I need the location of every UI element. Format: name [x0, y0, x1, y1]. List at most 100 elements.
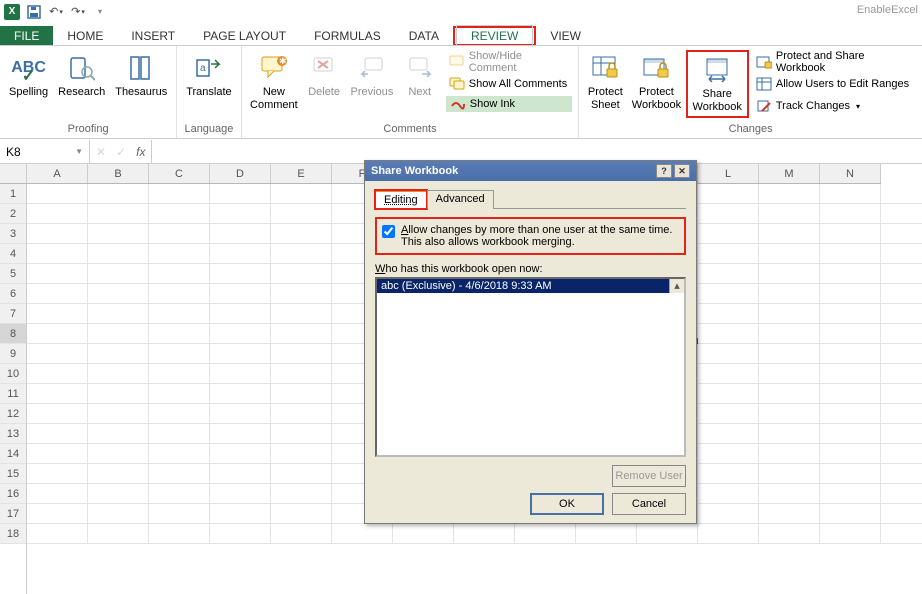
track-changes-button[interactable]: Track Changes ▾: [753, 96, 916, 116]
cancel-formula-icon: ✕: [96, 145, 106, 159]
save-icon[interactable]: [26, 4, 42, 20]
row-header[interactable]: 14: [0, 444, 26, 464]
column-header[interactable]: D: [210, 164, 271, 183]
tab-page-layout[interactable]: PAGE LAYOUT: [189, 26, 300, 46]
row-header[interactable]: 6: [0, 284, 26, 304]
protect-and-share-label: Protect and Share Workbook: [776, 50, 913, 74]
protect-sheet-label: Protect Sheet: [588, 86, 623, 112]
name-box-value: K8: [6, 145, 21, 159]
tab-insert[interactable]: INSERT: [117, 26, 189, 46]
group-proofing: ABC✓ Spelling Research Thesaurus Proofin…: [0, 46, 177, 138]
users-listbox[interactable]: abc (Exclusive) - 4/6/2018 9:33 AM ▴: [375, 277, 686, 457]
tab-home[interactable]: HOME: [53, 26, 117, 46]
fx-icon[interactable]: fx: [136, 145, 145, 159]
redo-icon[interactable]: ↷▾: [70, 4, 86, 20]
protect-workbook-button[interactable]: Protect Workbook: [627, 50, 685, 114]
undo-icon[interactable]: ↶▾: [48, 4, 64, 20]
spelling-label: Spelling: [9, 86, 48, 99]
comment-icon: [449, 54, 465, 70]
allow-changes-section: Allow changes by more than one user at t…: [375, 217, 686, 255]
row-header[interactable]: 7: [0, 304, 26, 324]
protect-and-share-button[interactable]: Protect and Share Workbook: [753, 52, 916, 72]
dialog-tab-editing[interactable]: Editing: [375, 190, 427, 209]
allow-changes-text: Allow changes by more than one user at t…: [401, 224, 672, 248]
who-has-open-label: Who has this workbook open now:: [375, 263, 686, 275]
column-header[interactable]: L: [698, 164, 759, 183]
protect-share-icon: [756, 54, 772, 70]
column-header[interactable]: A: [27, 164, 88, 183]
group-language-label: Language: [181, 121, 236, 138]
group-comments: ✱ New Comment Delete Previous Next Show/…: [242, 46, 580, 138]
column-header[interactable]: B: [88, 164, 149, 183]
row-header[interactable]: 8: [0, 324, 26, 344]
row-header[interactable]: 4: [0, 244, 26, 264]
row-header[interactable]: 13: [0, 424, 26, 444]
protect-workbook-label: Protect Workbook: [632, 86, 681, 112]
row-header[interactable]: 18: [0, 524, 26, 544]
dialog-title: Share Workbook: [371, 165, 458, 177]
row-header[interactable]: 16: [0, 484, 26, 504]
ribbon: ABC✓ Spelling Research Thesaurus Proofin…: [0, 45, 922, 139]
row-header[interactable]: 5: [0, 264, 26, 284]
track-changes-label: Track Changes: [776, 100, 850, 112]
share-workbook-button[interactable]: Share Workbook: [688, 52, 747, 116]
thesaurus-button[interactable]: Thesaurus: [110, 50, 172, 101]
translate-label: Translate: [186, 86, 231, 99]
qat-customize-icon[interactable]: ▾: [92, 4, 108, 20]
row-header[interactable]: 2: [0, 204, 26, 224]
column-header[interactable]: C: [149, 164, 210, 183]
research-button[interactable]: Research: [53, 50, 110, 101]
tab-data[interactable]: DATA: [395, 26, 453, 46]
column-header[interactable]: E: [271, 164, 332, 183]
delete-comment-label: Delete: [308, 86, 340, 99]
row-header[interactable]: 15: [0, 464, 26, 484]
enter-formula-icon: ✓: [116, 145, 126, 159]
row-header[interactable]: 10: [0, 364, 26, 384]
row-header[interactable]: 1: [0, 184, 26, 204]
row-header[interactable]: 17: [0, 504, 26, 524]
allow-changes-line1: Allow changes by more than one user at t…: [401, 224, 672, 236]
spelling-button[interactable]: ABC✓ Spelling: [4, 50, 53, 101]
new-comment-icon: ✱: [258, 52, 290, 84]
row-header[interactable]: 9: [0, 344, 26, 364]
row-header[interactable]: 11: [0, 384, 26, 404]
ok-button[interactable]: OK: [530, 493, 604, 515]
name-box[interactable]: K8 ▼: [0, 140, 90, 163]
comments-icon: [449, 76, 465, 92]
user-entry-text: abc (Exclusive) - 4/6/2018 9:33 AM: [381, 280, 552, 292]
tab-view[interactable]: VIEW: [536, 26, 595, 46]
chevron-down-icon[interactable]: ▼: [75, 147, 83, 156]
protect-sheet-button[interactable]: Protect Sheet: [583, 50, 627, 114]
dialog-help-button[interactable]: ?: [656, 164, 672, 178]
allow-users-label: Allow Users to Edit Ranges: [776, 78, 909, 90]
new-comment-button[interactable]: ✱ New Comment: [246, 50, 302, 114]
translate-button[interactable]: a Translate: [181, 50, 236, 101]
tab-review[interactable]: REVIEW: [456, 25, 533, 47]
show-ink-button[interactable]: Show Ink: [446, 96, 573, 112]
new-comment-label: New Comment: [250, 86, 298, 112]
translate-icon: a: [193, 52, 225, 84]
tab-formulas[interactable]: FORMULAS: [300, 26, 395, 46]
thesaurus-label: Thesaurus: [115, 86, 167, 99]
show-all-comments-button[interactable]: Show All Comments: [446, 74, 573, 94]
ribbon-tabs: FILE HOME INSERT PAGE LAYOUT FORMULAS DA…: [0, 23, 922, 46]
column-header[interactable]: N: [820, 164, 881, 183]
ink-icon: [450, 98, 466, 110]
row-headers: 123456789101112131415161718: [0, 184, 27, 594]
group-proofing-label: Proofing: [4, 121, 172, 138]
dialog-tab-advanced[interactable]: Advanced: [427, 190, 494, 209]
tab-file[interactable]: FILE: [0, 26, 53, 46]
user-list-item[interactable]: abc (Exclusive) - 4/6/2018 9:33 AM ▴: [377, 279, 684, 293]
row-header[interactable]: 3: [0, 224, 26, 244]
scroll-up-icon[interactable]: ▴: [669, 279, 684, 293]
share-workbook-label: Share Workbook: [693, 88, 742, 114]
dialog-titlebar[interactable]: Share Workbook ? ✕: [365, 161, 696, 181]
select-all-corner[interactable]: [0, 164, 27, 184]
allow-changes-checkbox[interactable]: [382, 225, 395, 238]
share-workbook-icon: [701, 54, 733, 86]
row-header[interactable]: 12: [0, 404, 26, 424]
allow-users-edit-ranges-button[interactable]: Allow Users to Edit Ranges: [753, 74, 916, 94]
cancel-button[interactable]: Cancel: [612, 493, 686, 515]
column-header[interactable]: M: [759, 164, 820, 183]
dialog-close-button[interactable]: ✕: [674, 164, 690, 178]
